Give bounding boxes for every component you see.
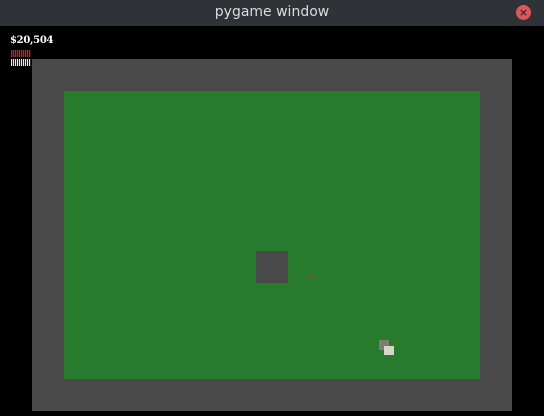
health-bar [11,50,31,57]
close-icon[interactable]: × [516,5,531,20]
obstacle-block [256,251,288,283]
game-canvas[interactable]: $20,504 [0,26,544,416]
player-unit-body [384,346,394,355]
ammo-bar [11,59,31,66]
window-title: pygame window [214,4,330,20]
player-unit [379,340,395,356]
money-counter: $20,504 [10,35,54,46]
pellet [309,276,314,278]
arena-wall [32,59,512,411]
game-window: pygame window × $20,504 [0,0,544,416]
grass-field [64,91,480,379]
title-bar[interactable]: pygame window × [0,0,544,26]
